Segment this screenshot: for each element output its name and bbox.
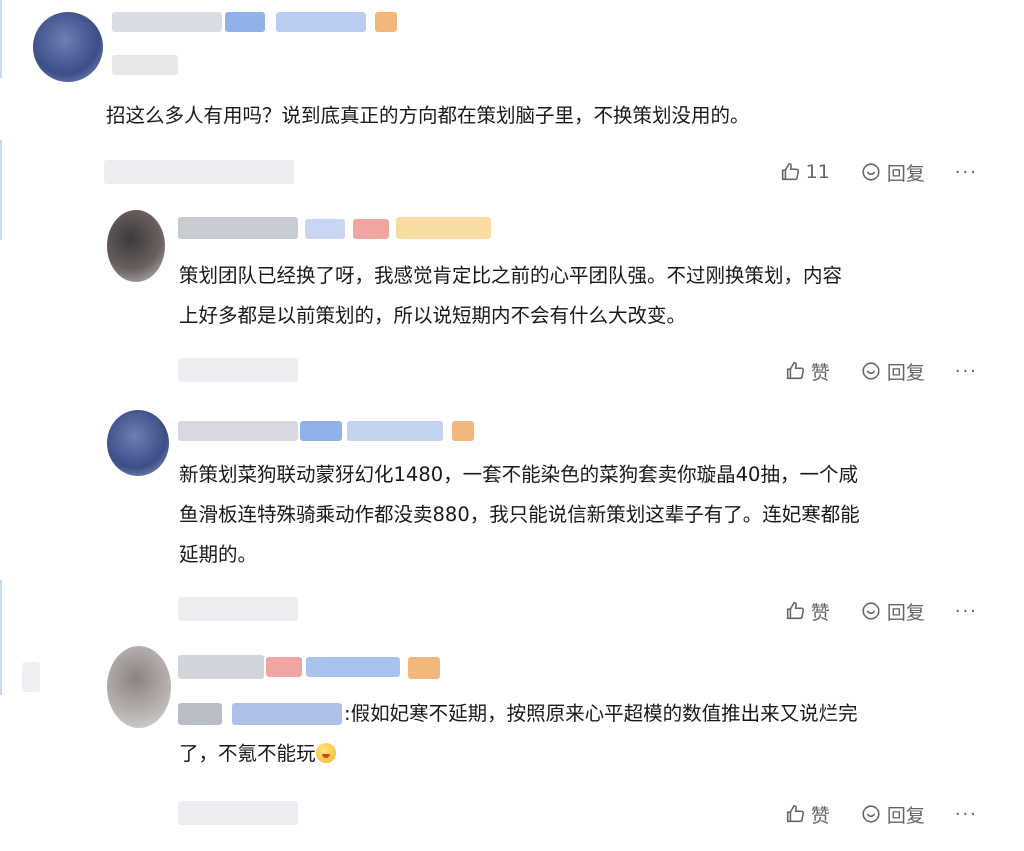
comment-actions: 赞 回复 ··· xyxy=(784,356,978,386)
reply-button[interactable]: 回复 xyxy=(860,159,925,186)
username-blurred[interactable] xyxy=(178,655,264,679)
like-count: 11 xyxy=(805,161,830,183)
reply-text-line: :假如妃寒不延期，按照原来心平超模的数值推出来又说烂完 xyxy=(344,702,858,725)
meta-blurred xyxy=(178,597,298,621)
thread-accent-line xyxy=(0,140,2,240)
avatar[interactable] xyxy=(107,210,165,282)
thread-accent-line xyxy=(0,0,2,78)
badge-blurred xyxy=(306,657,400,677)
laughing-emoji-icon xyxy=(315,743,336,763)
meta-blurred xyxy=(104,160,294,184)
avatar[interactable] xyxy=(107,646,171,728)
badge-blurred xyxy=(396,217,491,239)
comment-text: 招这么多人有用吗？说到底真正的方向都在策划脑子里，不换策划没用的。 xyxy=(106,104,750,127)
badge-blurred xyxy=(347,421,443,441)
like-button[interactable]: 赞 xyxy=(784,358,830,385)
like-label: 赞 xyxy=(810,601,830,624)
thumbs-up-icon xyxy=(781,162,799,181)
like-label: 赞 xyxy=(810,804,830,827)
more-button[interactable]: ··· xyxy=(955,361,978,382)
badge-blurred xyxy=(300,421,342,441)
comment-actions: 赞 回复 ··· xyxy=(784,596,978,626)
like-button[interactable]: 赞 xyxy=(784,598,830,625)
reply-text-span: 了，不氪不能玩 xyxy=(179,742,316,765)
username-blurred[interactable] xyxy=(178,217,298,239)
badge-blurred xyxy=(375,12,397,32)
badge-blurred xyxy=(408,657,440,679)
reply-text-line: 新策划菜狗联动蒙犽幻化1480，一套不能染色的菜狗套卖你璇晶40抽，一个咸 xyxy=(179,463,858,486)
thumbs-up-icon xyxy=(786,804,804,823)
avatar[interactable] xyxy=(33,12,103,82)
more-button[interactable]: ··· xyxy=(955,601,978,622)
reply-button[interactable]: 回复 xyxy=(860,358,925,385)
level-blurred xyxy=(112,55,178,75)
reply-text-line: 上好多都是以前策划的，所以说短期内不会有什么大改变。 xyxy=(179,304,687,327)
badge-blurred xyxy=(225,12,265,32)
badge-blurred xyxy=(452,421,474,441)
reply-text-line: 延期的。 xyxy=(179,543,258,566)
meta-blurred xyxy=(178,801,298,825)
comment-actions: 11 回复 ··· xyxy=(779,157,978,187)
more-button[interactable]: ··· xyxy=(955,162,978,183)
speech-bubble-icon xyxy=(862,805,880,823)
reply-button[interactable]: 回复 xyxy=(860,801,925,828)
reply-button[interactable]: 回复 xyxy=(860,598,925,625)
thumbs-up-icon xyxy=(786,361,804,380)
side-blur xyxy=(22,662,40,692)
username-blurred[interactable] xyxy=(112,12,222,32)
like-button[interactable]: 赞 xyxy=(784,801,830,828)
reply-text-line: 了，不氪不能玩 xyxy=(179,734,336,774)
badge-blurred xyxy=(305,219,345,239)
thread-accent-line xyxy=(0,580,2,695)
reply-label: 回复 xyxy=(886,361,925,384)
mention-blurred[interactable] xyxy=(178,703,222,725)
badge-blurred xyxy=(266,657,302,677)
speech-bubble-icon xyxy=(862,602,880,620)
like-label: 赞 xyxy=(810,361,830,384)
badge-blurred xyxy=(276,12,366,32)
badge-blurred xyxy=(353,219,389,239)
like-button[interactable]: 11 xyxy=(779,161,830,183)
reply-label: 回复 xyxy=(886,601,925,624)
reply-label: 回复 xyxy=(886,804,925,827)
speech-bubble-icon xyxy=(862,163,880,181)
mention-blurred[interactable] xyxy=(232,703,342,725)
comment-actions: 赞 回复 ··· xyxy=(784,799,978,829)
speech-bubble-icon xyxy=(862,362,880,380)
meta-blurred xyxy=(178,358,298,382)
reply-label: 回复 xyxy=(886,162,925,185)
reply-text-line: 鱼滑板连特殊骑乘动作都没卖880，我只能说信新策划这辈子有了。连妃寒都能 xyxy=(179,503,860,526)
thumbs-up-icon xyxy=(786,601,804,620)
avatar[interactable] xyxy=(107,410,169,476)
reply-text-line: 策划团队已经换了呀，我感觉肯定比之前的心平团队强。不过刚换策划，内容 xyxy=(179,264,843,287)
username-blurred[interactable] xyxy=(178,421,298,441)
more-button[interactable]: ··· xyxy=(955,804,978,825)
